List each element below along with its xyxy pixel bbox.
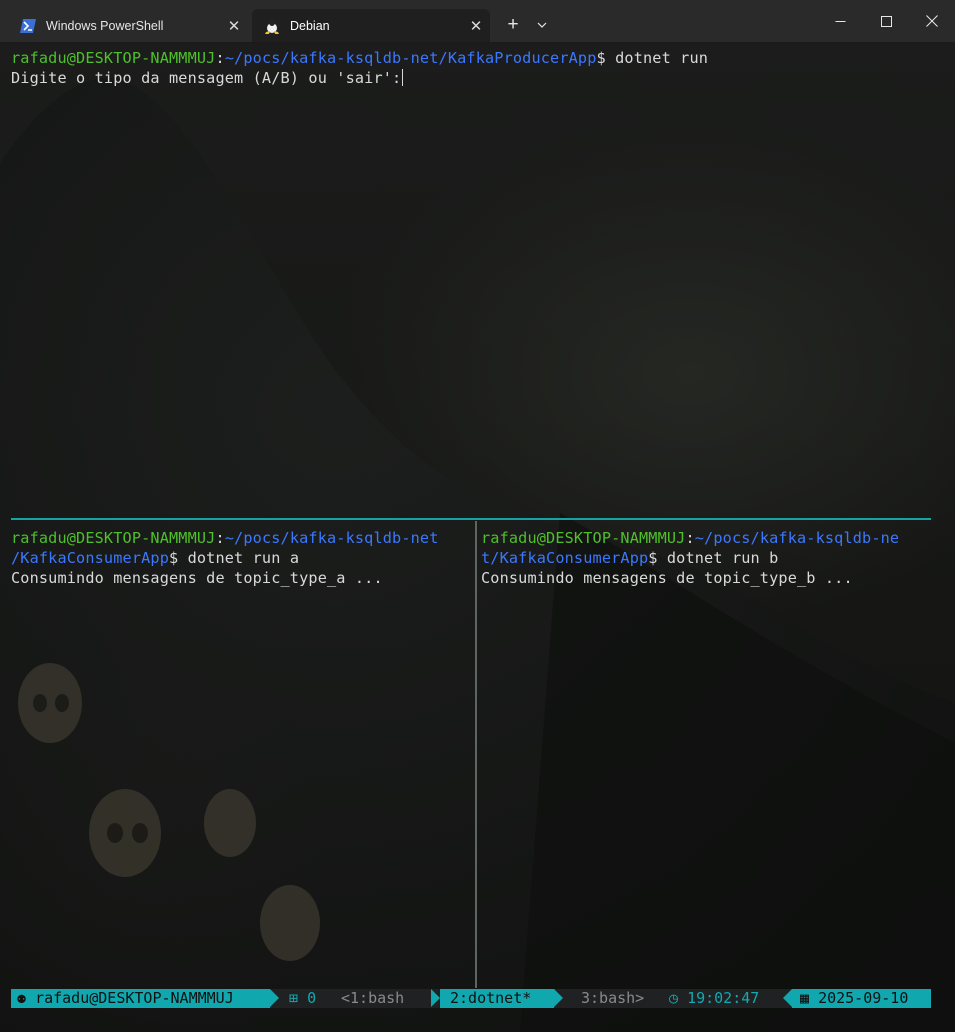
tmux-status-bar: ⚉ rafadu@DESKTOP-NAMMMUJ ⊞ 0 <1:bash 2:d… — [11, 989, 931, 1008]
close-tab-icon[interactable]: ✕ — [220, 17, 248, 35]
left-pane-output: Consumindo mensagens de topic_type_a ... — [11, 569, 383, 587]
top-pane-prompt: rafadu@DESKTOP-NAMMMUJ:~/pocs/kafka-ksql… — [11, 48, 708, 68]
prompt-command: $ dotnet run b — [648, 549, 779, 567]
text-cursor — [402, 69, 404, 86]
maximize-icon[interactable] — [863, 0, 909, 42]
tab-label: Debian — [290, 18, 330, 33]
prompt-command: $ dotnet run a — [169, 549, 300, 567]
prompt-user: rafadu@DESKTOP-NAMMMUJ — [11, 529, 216, 547]
status-separator — [554, 989, 563, 1007]
prompt-path: ~/pocs/kafka-ksqldb-net — [224, 529, 439, 547]
left-pane-prompt-line2: /KafkaConsumerApp$ dotnet run a — [11, 548, 299, 568]
prompt-separator: : — [685, 529, 695, 547]
time-text: 19:02:47 — [687, 989, 760, 1007]
status-separator — [431, 989, 440, 1007]
tmux-window-3[interactable]: 3:bash> — [581, 989, 671, 1008]
right-pane-prompt-line2: t/KafkaConsumerApp$ dotnet run b — [481, 548, 778, 568]
powershell-icon — [20, 18, 36, 34]
prompt-path: ~/pocs/kafka-ksqldb-net/KafkaProducerApp — [224, 49, 597, 67]
status-session-id: ⊞ 0 — [289, 989, 339, 1008]
status-session-user: ⚉ rafadu@DESKTOP-NAMMMUJ — [11, 989, 270, 1008]
tmux-window-2-current[interactable]: 2:dotnet* — [440, 989, 554, 1008]
status-separator — [783, 989, 792, 1007]
pane-border-horizontal[interactable] — [11, 518, 931, 520]
close-tab-icon[interactable]: ✕ — [462, 17, 490, 35]
calendar-icon: ▦ — [800, 989, 810, 1007]
top-pane-output[interactable]: Digite o tipo da mensagem (A/B) ou 'sair… — [11, 68, 404, 88]
prompt-path: /KafkaConsumerApp — [11, 549, 169, 567]
tab-debian[interactable]: Debian ✕ — [252, 9, 490, 42]
prompt-path: t/KafkaConsumerApp — [481, 549, 649, 567]
left-pane-prompt-line1: rafadu@DESKTOP-NAMMMUJ:~/pocs/kafka-ksql… — [11, 528, 439, 548]
prompt-separator: : — [215, 49, 225, 67]
status-date: ▦ 2025-09-10 — [792, 989, 931, 1008]
close-icon[interactable] — [909, 0, 955, 42]
output-text: Digite o tipo da mensagem (A/B) ou 'sair… — [11, 69, 402, 87]
session-id-text: 0 — [307, 989, 317, 1007]
chevron-down-icon[interactable] — [530, 12, 554, 38]
title-bar: Windows PowerShell ✕ Debian ✕ + — [0, 0, 955, 43]
debian-linux-icon — [264, 18, 280, 34]
tab-label: Windows PowerShell — [46, 18, 164, 33]
right-pane-prompt-line1: rafadu@DESKTOP-NAMMMUJ:~/pocs/kafka-ksql… — [481, 528, 899, 548]
tmux-window-1[interactable]: <1:bash — [341, 989, 431, 1008]
pane-border-vertical[interactable] — [475, 521, 477, 988]
session-user-text: rafadu@DESKTOP-NAMMMUJ — [35, 989, 234, 1007]
prompt-user: rafadu@DESKTOP-NAMMMUJ — [481, 529, 686, 547]
date-text: 2025-09-10 — [818, 989, 909, 1007]
tab-windows-powershell[interactable]: Windows PowerShell ✕ — [8, 9, 248, 42]
status-time: ◷ 19:02:47 — [669, 989, 787, 1008]
plus-icon[interactable]: + — [500, 12, 526, 38]
prompt-command: $ dotnet run — [596, 49, 709, 67]
prompt-separator: : — [215, 529, 225, 547]
minimize-icon[interactable] — [817, 0, 863, 42]
prompt-user: rafadu@DESKTOP-NAMMMUJ — [11, 49, 216, 67]
clock-icon: ◷ — [669, 989, 679, 1007]
terminal-area[interactable]: rafadu@DESKTOP-NAMMMUJ:~/pocs/kafka-ksql… — [0, 43, 955, 1032]
grid-icon: ⊞ — [289, 989, 299, 1007]
right-pane-output: Consumindo mensagens de topic_type_b ... — [481, 569, 853, 587]
prompt-path: ~/pocs/kafka-ksqldb-ne — [694, 529, 900, 547]
user-icon: ⚉ — [17, 989, 27, 1007]
status-separator — [270, 989, 279, 1007]
